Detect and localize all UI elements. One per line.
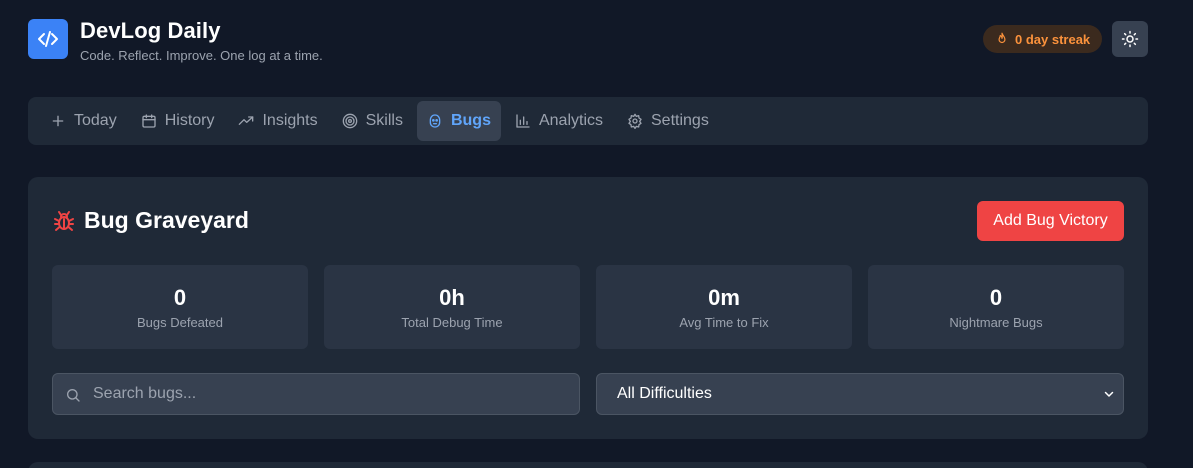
- page-title: Bug Graveyard: [84, 207, 249, 233]
- nav-item-bugs[interactable]: Bugs: [416, 101, 501, 141]
- trending-up-icon: [239, 116, 254, 125]
- stat-label: Avg Time to Fix: [679, 315, 769, 330]
- plus-icon: [52, 115, 64, 127]
- stat-card-avg-time-to-fix: 0m Avg Time to Fix: [596, 265, 852, 349]
- difficulty-select-value: All Difficulties: [617, 385, 712, 402]
- streak-label: 0 day streak: [1015, 31, 1091, 47]
- nav-item-label: History: [164, 112, 215, 129]
- target-icon: [342, 113, 357, 129]
- bug-list-card: [28, 462, 1148, 468]
- stat-card-total-debug-time: 0h Total Debug Time: [324, 265, 580, 349]
- stat-card-bugs-defeated: 0 Bugs Defeated: [52, 265, 308, 349]
- page: DevLog Daily Code. Reflect. Improve. One…: [0, 0, 1193, 468]
- stat-value: 0: [989, 285, 1003, 310]
- sun-icon: [1121, 30, 1139, 48]
- search-box: [52, 373, 580, 415]
- calendar-icon: [142, 114, 156, 128]
- app-header: DevLog Daily Code. Reflect. Improve. One…: [28, 18, 1148, 68]
- nav-item-history[interactable]: History: [131, 101, 225, 141]
- app-logo: [28, 19, 68, 59]
- add-bug-victory-button[interactable]: Add Bug Victory: [977, 201, 1124, 241]
- nav-item-label: Settings: [651, 112, 709, 129]
- main-nav: Today History Insights Skills Bugs Analy…: [28, 97, 1148, 145]
- nav-item-analytics[interactable]: Analytics: [505, 101, 613, 141]
- nav-item-label: Skills: [365, 112, 403, 129]
- stat-value: 0h: [439, 285, 465, 310]
- bar-chart-icon: [516, 114, 530, 128]
- stat-label: Nightmare Bugs: [949, 315, 1043, 330]
- nav-item-label: Today: [74, 112, 117, 129]
- nav-item-label: Analytics: [538, 112, 603, 129]
- bug-graveyard-card: Bug Graveyard Add Bug Victory 0 Bugs Def…: [28, 177, 1148, 439]
- search-input[interactable]: [93, 374, 573, 414]
- stats-row: 0 Bugs Defeated 0h Total Debug Time 0m A…: [52, 265, 1124, 349]
- stat-label: Bugs Defeated: [136, 315, 223, 330]
- chevron-down-icon: [1104, 391, 1114, 397]
- code-icon: [38, 31, 58, 47]
- bug-graveyard-heading: Bug Graveyard: [52, 207, 249, 234]
- stat-value: 0: [173, 285, 187, 310]
- theme-toggle-button[interactable]: [1112, 21, 1148, 57]
- nav-item-label: Insights: [262, 112, 318, 129]
- flame-icon: [998, 32, 1006, 44]
- nav-item-today[interactable]: Today: [40, 101, 127, 141]
- nav-item-insights[interactable]: Insights: [228, 101, 327, 141]
- stat-value: 0m: [708, 285, 740, 310]
- stat-label: Total Debug Time: [401, 315, 503, 330]
- search-icon: [67, 389, 80, 402]
- gear-icon: [628, 113, 642, 129]
- stat-card-nightmare-bugs: 0 Nightmare Bugs: [868, 265, 1124, 349]
- difficulty-select[interactable]: All Difficulties: [596, 373, 1124, 415]
- nav-item-settings[interactable]: Settings: [617, 101, 719, 141]
- nav-item-skills[interactable]: Skills: [332, 101, 413, 141]
- bug-icon: [54, 210, 74, 231]
- bug-icon: [429, 114, 441, 128]
- app-title: DevLog Daily: [80, 18, 221, 43]
- streak-badge: 0 day streak: [983, 25, 1103, 53]
- nav-item-label: Bugs: [450, 112, 491, 129]
- app-subtitle: Code. Reflect. Improve. One log at a tim…: [80, 48, 323, 63]
